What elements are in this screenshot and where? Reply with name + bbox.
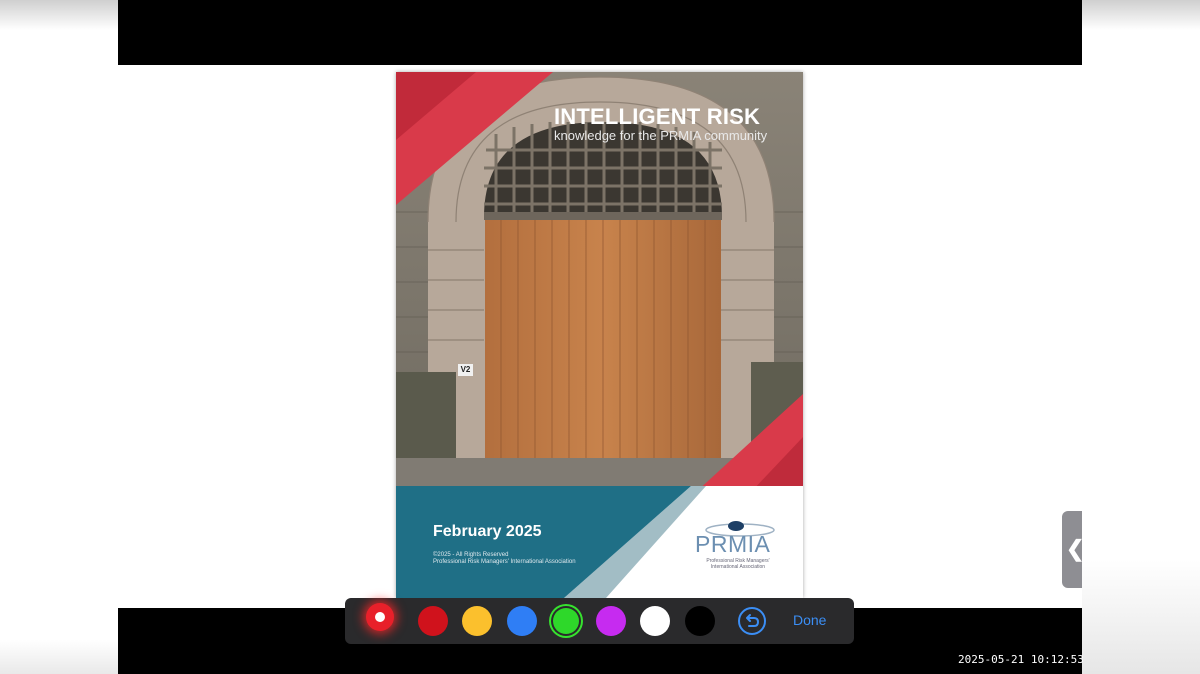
logo-subtitle-line-2: International Association xyxy=(710,564,766,570)
cover-title: INTELLIGENT RISK xyxy=(554,104,761,129)
copyright-notice: ©2025 - All Rights Reserved Professional… xyxy=(433,552,576,566)
logo-subtitle: Professional Risk Managers' Internationa… xyxy=(688,558,788,570)
markup-toolbar: Done xyxy=(345,598,854,644)
color-swatch-green[interactable] xyxy=(553,608,579,634)
copyright-line-1: ©2025 - All Rights Reserved xyxy=(433,552,509,558)
cover-subtitle: knowledge for the PRMIA community xyxy=(554,128,768,143)
color-swatch-red[interactable] xyxy=(418,606,448,636)
pen-tip-dot xyxy=(375,612,385,622)
color-swatch-white[interactable] xyxy=(640,606,670,636)
logo-wordmark: PRMIA xyxy=(695,531,771,557)
color-swatch-blue[interactable] xyxy=(507,606,537,636)
recording-timestamp: 2025-05-21 10:12:53 xyxy=(958,653,1084,666)
copyright-line-2: Professional Risk Managers' Internationa… xyxy=(433,559,576,565)
undo-icon[interactable] xyxy=(737,606,767,636)
color-swatch-yellow[interactable] xyxy=(462,606,492,636)
document-page[interactable]: INTELLIGENT RISK knowledge for the PRMIA… xyxy=(396,72,803,598)
chevron-left-icon: ❮ xyxy=(1066,536,1085,561)
color-swatch-black[interactable] xyxy=(685,606,715,636)
red-pen-tool[interactable] xyxy=(366,603,394,631)
door-sign: V2 xyxy=(460,365,471,374)
issue-date: February 2025 xyxy=(433,523,542,540)
left-margin xyxy=(0,0,118,674)
prmia-logo: PRMIA Professional Risk Managers' Intern… xyxy=(688,518,788,570)
side-panel-handle[interactable]: ❮ xyxy=(1062,511,1085,588)
color-swatch-purple[interactable] xyxy=(596,606,626,636)
right-margin xyxy=(1082,0,1200,674)
done-button[interactable]: Done xyxy=(793,612,826,628)
